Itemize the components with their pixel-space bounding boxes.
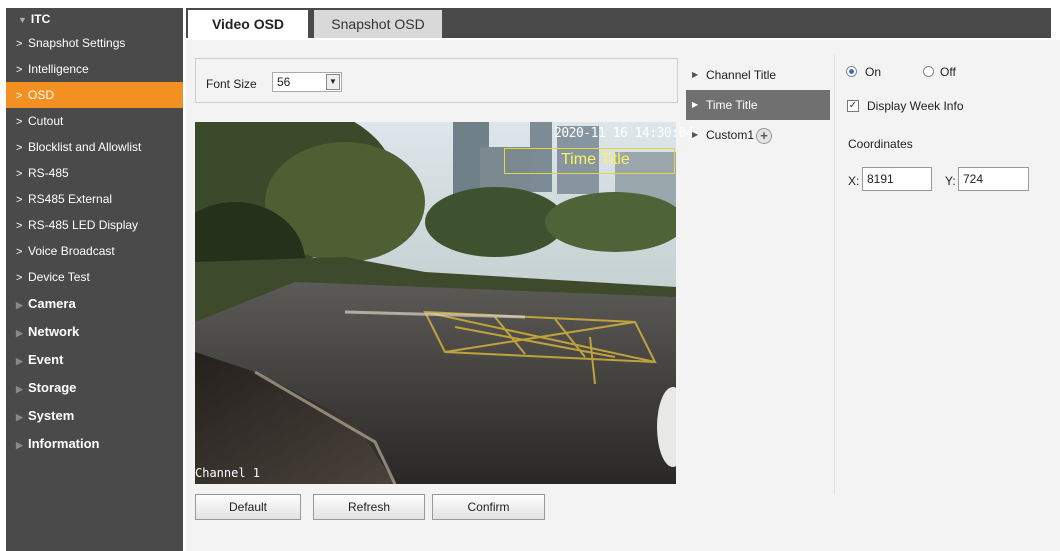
osd-channel-label: Channel 1 (195, 466, 261, 480)
sidebar-category-label: Information (28, 436, 100, 451)
sidebar-category-information[interactable]: ▶ Information (6, 430, 183, 458)
osd-timestamp: 2020-11 16 14:30:04 (554, 126, 694, 141)
chevron-right-icon: > (16, 38, 23, 50)
chevron-right-icon: > (16, 272, 23, 284)
time-title-overlay[interactable]: Time Title (504, 148, 675, 174)
confirm-button[interactable]: Confirm (432, 494, 545, 520)
sidebar-category-event[interactable]: ▶ Event (6, 346, 183, 374)
on-radio[interactable] (846, 66, 857, 77)
sidebar-item-label: Cutout (28, 114, 64, 128)
font-size-panel (195, 58, 678, 103)
sidebar-category-system[interactable]: ▶ System (6, 402, 183, 430)
display-week-info-checkbox[interactable]: ✓ (847, 100, 859, 112)
sidebar-category-label: Network (28, 324, 80, 339)
panel-divider (834, 55, 835, 495)
collapsed-triangle-icon: ▶ (16, 356, 23, 366)
on-label: On (865, 65, 882, 79)
sidebar-item-rs485[interactable]: > RS-485 (6, 160, 183, 186)
radio-selected-dot (849, 69, 854, 74)
chevron-right-icon: > (16, 246, 23, 258)
collapsed-triangle-icon: ▶ (16, 384, 23, 394)
sidebar-item-blocklist-allowlist[interactable]: > Blocklist and Allowlist (6, 134, 183, 160)
sidebar-header-label: ITC (30, 12, 51, 26)
sidebar: ▼ ITC > Snapshot Settings > Intelligence > O… (6, 8, 183, 551)
osd-item-label: Time Title (706, 98, 758, 112)
font-size-value: 56 (277, 75, 291, 89)
sidebar-category-label: System (28, 408, 75, 423)
chevron-right-icon: > (16, 116, 23, 128)
y-label: Y: (945, 174, 956, 188)
sidebar-item-snapshot-settings[interactable]: > Snapshot Settings (6, 30, 183, 56)
add-custom-icon[interactable]: + (756, 127, 773, 144)
expanded-triangle-icon: ▼ (18, 15, 27, 25)
default-button[interactable]: Default (195, 494, 301, 520)
x-coordinate-input[interactable]: 8191 (862, 167, 932, 191)
collapsed-triangle-icon: ▶ (16, 300, 23, 310)
sidebar-category-label: Event (28, 352, 64, 367)
caret-right-icon: ▶ (692, 130, 699, 139)
sidebar-category-label: Camera (28, 296, 76, 311)
collapsed-triangle-icon: ▶ (16, 328, 23, 338)
x-label: X: (848, 174, 860, 188)
chevron-right-icon: > (16, 64, 23, 76)
chevron-right-icon: > (16, 194, 23, 206)
osd-item-list: ▶ Channel Title ▶ Time Title ▶ Custom1 + (686, 60, 830, 150)
sidebar-item-voice-broadcast[interactable]: > Voice Broadcast (6, 238, 183, 264)
sidebar-item-intelligence[interactable]: > Intelligence (6, 56, 183, 82)
font-size-select[interactable]: 56 ▼ (272, 72, 342, 92)
sidebar-item-label: RS485 External (28, 192, 113, 206)
chevron-right-icon: > (16, 142, 23, 154)
sidebar-category-network[interactable]: ▶ Network (6, 318, 183, 346)
sidebar-item-rs485-led-display[interactable]: > RS-485 LED Display (6, 212, 183, 238)
sidebar-item-label: RS-485 LED Display (28, 218, 139, 232)
sidebar-item-label: Snapshot Settings (28, 36, 126, 50)
sidebar-item-rs485-external[interactable]: > RS485 External (6, 186, 183, 212)
caret-right-icon: ▶ (692, 70, 699, 79)
collapsed-triangle-icon: ▶ (16, 440, 23, 450)
chevron-right-icon: > (16, 220, 23, 232)
video-frame-image (195, 122, 676, 484)
y-coordinate-input[interactable]: 724 (958, 167, 1029, 191)
chevron-right-icon: > (16, 90, 23, 102)
sidebar-item-label: Voice Broadcast (28, 244, 115, 258)
chevron-right-icon: > (16, 168, 23, 180)
sidebar-item-label: OSD (28, 88, 55, 102)
tab-snapshot-osd[interactable]: Snapshot OSD (314, 10, 442, 38)
sidebar-category-camera[interactable]: ▶ Camera (6, 290, 183, 318)
sidebar-item-label: RS-485 (28, 166, 69, 180)
sidebar-item-osd[interactable]: > OSD (6, 82, 183, 108)
sidebar-item-label: Blocklist and Allowlist (28, 140, 142, 154)
dropdown-arrow-icon[interactable]: ▼ (326, 74, 340, 90)
off-label: Off (940, 65, 956, 79)
sidebar-header-itc[interactable]: ▼ ITC (6, 8, 183, 30)
sidebar-item-device-test[interactable]: > Device Test (6, 264, 183, 290)
sidebar-item-cutout[interactable]: > Cutout (6, 108, 183, 134)
tab-video-osd[interactable]: Video OSD (188, 10, 308, 38)
time-title-overlay-label: Time Title (561, 151, 630, 168)
caret-right-icon: ▶ (692, 100, 699, 109)
osd-item-label: Custom1 (706, 128, 755, 142)
refresh-button[interactable]: Refresh (313, 494, 425, 520)
osd-item-time-title[interactable]: ▶ Time Title (686, 90, 830, 120)
osd-item-label: Channel Title (706, 68, 777, 82)
sidebar-category-storage[interactable]: ▶ Storage (6, 374, 183, 402)
sidebar-item-label: Intelligence (28, 62, 89, 76)
coordinates-label: Coordinates (848, 137, 913, 151)
off-radio[interactable] (923, 66, 934, 77)
sidebar-category-label: Storage (28, 380, 77, 395)
osd-item-custom1[interactable]: ▶ Custom1 + (686, 120, 830, 150)
video-preview[interactable] (195, 122, 676, 484)
sidebar-item-label: Device Test (28, 270, 90, 284)
osd-item-channel-title[interactable]: ▶ Channel Title (686, 60, 830, 90)
font-size-label: Font Size (206, 77, 257, 91)
display-week-info-label: Display Week Info (867, 99, 964, 113)
collapsed-triangle-icon: ▶ (16, 412, 23, 422)
